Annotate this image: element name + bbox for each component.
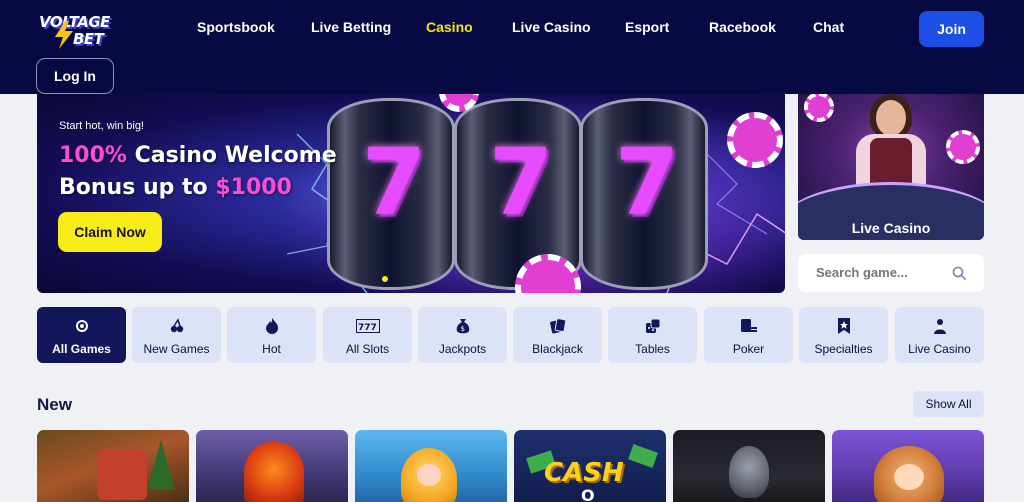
game-title: CASH — [544, 458, 624, 488]
game-art — [729, 446, 769, 498]
game-thumbnail-2[interactable] — [196, 430, 348, 502]
voltage-bet-logo[interactable]: VOLTAGE BET — [37, 11, 121, 49]
game-thumbnail-6[interactable] — [832, 430, 984, 502]
dealer-face — [876, 100, 906, 136]
headline-text-1: Casino Welcome — [126, 143, 337, 168]
cards-icon — [549, 318, 566, 334]
game-art — [97, 450, 147, 500]
category-specialties[interactable]: Specialties — [799, 307, 888, 363]
category-blackjack[interactable]: Blackjack — [513, 307, 602, 363]
dice-icon — [645, 318, 660, 333]
join-button[interactable]: Join — [919, 11, 984, 47]
category-label: Live Casino — [908, 342, 971, 356]
category-tables[interactable]: Tables — [608, 307, 697, 363]
category-label: Hot — [262, 342, 281, 356]
hero-banner[interactable]: 7 7 7 Start hot, win big! 100% Casino We… — [37, 94, 785, 293]
category-new-games[interactable]: New Games — [132, 307, 221, 363]
category-label: Poker — [732, 342, 765, 356]
game-art — [417, 464, 441, 486]
search-icon[interactable] — [952, 266, 966, 280]
category-hot[interactable]: Hot — [227, 307, 316, 363]
live-casino-card[interactable]: Live Casino — [798, 94, 984, 240]
game-thumbnail-3[interactable] — [355, 430, 507, 502]
category-all-games[interactable]: All Games — [37, 307, 126, 363]
nav-live-betting[interactable]: Live Betting — [311, 19, 391, 35]
game-thumbnail-cash[interactable]: CASH O — [514, 430, 666, 502]
game-thumbnail-5[interactable] — [673, 430, 825, 502]
search-input[interactable] — [816, 254, 946, 292]
dealer-icon — [933, 319, 946, 334]
reel-seven-symbol: 7 — [614, 129, 679, 236]
category-label: All Slots — [345, 342, 390, 356]
show-all-button[interactable]: Show All — [913, 391, 984, 417]
slot-reel-3: 7 — [580, 98, 708, 290]
game-art — [628, 444, 658, 468]
category-label: Specialties — [814, 342, 873, 356]
headline-text-2: Bonus up to — [59, 175, 216, 200]
reel-seven-symbol: 7 — [361, 129, 426, 236]
svg-text:777: 777 — [358, 323, 377, 333]
carousel-dot[interactable] — [382, 276, 388, 282]
category-live-casino[interactable]: Live Casino — [895, 307, 984, 363]
game-subtitle: O — [581, 486, 595, 502]
game-thumbnail-1[interactable] — [37, 430, 189, 502]
hero-tagline: Start hot, win big! — [59, 120, 144, 132]
login-button[interactable]: Log In — [36, 58, 114, 94]
category-label: Blackjack — [532, 342, 583, 356]
slot-reel-1: 7 — [327, 98, 455, 290]
reel-seven-symbol: 7 — [488, 129, 553, 236]
star-badge-icon — [837, 318, 850, 334]
lightning-bolt-icon — [55, 21, 73, 49]
category-all-slots[interactable]: 777 All Slots — [323, 307, 412, 363]
search-box[interactable] — [798, 254, 984, 292]
claim-now-button[interactable]: Claim Now — [58, 212, 162, 252]
casino-chip-decoration — [727, 112, 783, 168]
cherries-icon — [170, 318, 183, 333]
headline-highlight: 100% — [59, 143, 127, 168]
poker-chips-icon — [740, 319, 757, 332]
casino-chip-decoration — [946, 130, 980, 164]
live-casino-label: Live Casino — [851, 220, 931, 236]
casino-chip-decoration — [804, 94, 834, 122]
nav-sportsbook[interactable]: Sportsbook — [197, 19, 275, 35]
category-label: Jackpots — [438, 342, 487, 356]
hero-headline: 100% Casino Welcome Bonus up to $1000 — [59, 140, 337, 204]
nav-racebook[interactable]: Racebook — [709, 19, 776, 35]
nav-chat[interactable]: Chat — [813, 19, 844, 35]
money-bag-icon: $ — [456, 319, 469, 334]
nav-casino[interactable]: Casino — [426, 19, 473, 35]
sun-icon — [75, 320, 88, 332]
category-jackpots[interactable]: $ Jackpots — [418, 307, 507, 363]
game-art — [244, 442, 304, 502]
flame-icon — [265, 318, 278, 334]
nav-live-casino[interactable]: Live Casino — [512, 19, 591, 35]
svg-text:$: $ — [460, 325, 464, 333]
slot-777-icon: 777 — [355, 319, 380, 333]
category-label: All Games — [52, 342, 111, 356]
headline-amount: $1000 — [215, 175, 292, 200]
game-art — [894, 464, 924, 490]
logo-wordmark-bottom: BET — [73, 30, 104, 48]
category-poker[interactable]: Poker — [704, 307, 793, 363]
category-label: Tables — [635, 342, 670, 356]
section-title-new: New — [37, 395, 72, 414]
site-header: VOLTAGE BET Sportsbook Live Betting Casi… — [0, 0, 1024, 94]
game-art — [147, 440, 175, 490]
nav-esport[interactable]: Esport — [625, 19, 669, 35]
category-label: New Games — [143, 342, 210, 356]
